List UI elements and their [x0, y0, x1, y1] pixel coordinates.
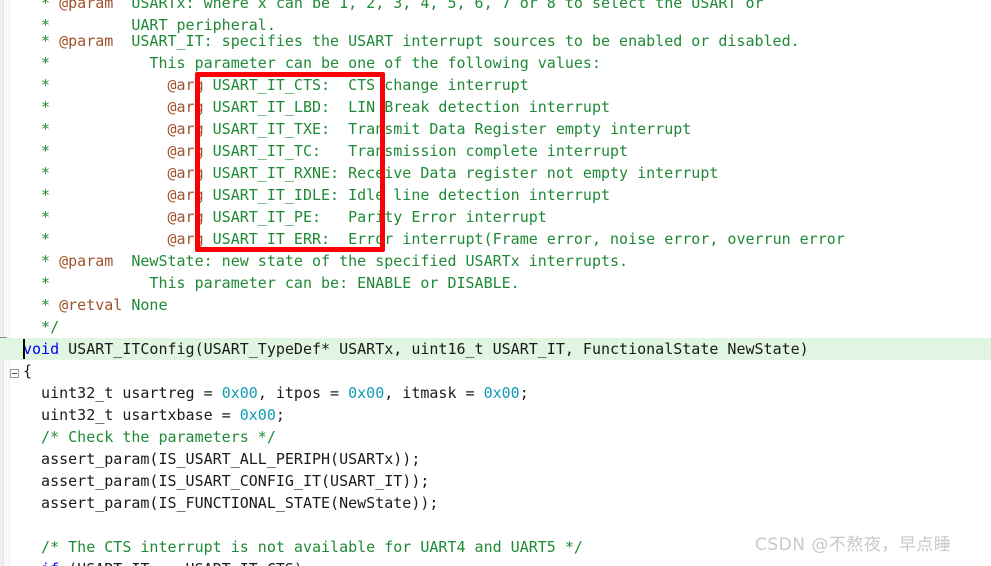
- code-line[interactable]: * @param NewState: new state of the spec…: [23, 250, 628, 272]
- code-token: *: [23, 208, 168, 226]
- code-token: @retval: [59, 296, 123, 314]
- code-token: 0x00: [239, 406, 276, 424]
- fold-collapse-icon[interactable]: [10, 369, 19, 378]
- code-line[interactable]: * @param USARTx: where x can be 1, 2, 3,…: [23, 0, 764, 14]
- code-token: void: [23, 340, 60, 358]
- code-line[interactable]: * @arg USART_IT_ERR: Error interrupt(Fra…: [23, 228, 845, 250]
- code-token: uint32_t usartreg =: [23, 384, 222, 402]
- red-annotation-rectangle: [195, 72, 385, 252]
- code-line[interactable]: assert_param(IS_USART_ALL_PERIPH(USARTx)…: [23, 448, 420, 470]
- text-caret: [23, 339, 25, 359]
- code-token: USART_ITConfig(USART_TypeDef* USARTx,: [59, 340, 412, 358]
- code-token: *: [23, 230, 168, 248]
- code-token: *: [23, 0, 60, 12]
- code-token: * This parameter can be: ENABLE or DISAB…: [23, 274, 520, 292]
- code-editor-view: * @param USARTx: where x can be 1, 2, 3,…: [0, 0, 991, 566]
- code-line[interactable]: /* The CTS interrupt is not available fo…: [23, 536, 583, 558]
- code-token: (USART_IT == USART_IT_CTS): [59, 560, 303, 566]
- code-token: *: [23, 98, 168, 116]
- code-token: * This parameter can be one of the follo…: [23, 54, 601, 72]
- code-token: /* Check the parameters */: [23, 428, 276, 446]
- code-token: 0x00: [483, 384, 520, 402]
- code-line[interactable]: {: [23, 360, 32, 382]
- code-token: *: [23, 296, 60, 314]
- csdn-watermark: CSDN @不熬夜，早点睡: [755, 535, 952, 555]
- code-token: {: [23, 362, 33, 380]
- code-line[interactable]: if (USART_IT == USART_IT_CTS): [23, 558, 303, 566]
- code-line[interactable]: * @param USART_IT: specifies the USART i…: [23, 30, 800, 52]
- code-token: *: [23, 186, 168, 204]
- code-line[interactable]: * @retval None: [23, 294, 168, 316]
- code-token: if: [41, 560, 59, 566]
- code-token: , itpos =: [257, 384, 349, 402]
- code-line[interactable]: assert_param(IS_FUNCTIONAL_STATE(NewStat…: [23, 492, 438, 514]
- code-line[interactable]: * This parameter can be: ENABLE or DISAB…: [23, 272, 520, 294]
- code-token: assert_param(IS_USART_ALL_PERIPH(USARTx)…: [23, 450, 421, 468]
- code-line[interactable]: void USART_ITConfig(USART_TypeDef* USART…: [0, 338, 991, 360]
- code-token: ;: [519, 384, 529, 402]
- code-token: @param: [59, 0, 114, 12]
- code-token: , itmask =: [384, 384, 484, 402]
- code-token: assert_param(IS_USART_CONFIG_IT(USART_IT…: [23, 472, 430, 490]
- code-token: 0x00: [221, 384, 258, 402]
- code-token: assert_param(IS_FUNCTIONAL_STATE(NewStat…: [23, 494, 439, 512]
- code-token: @param: [59, 32, 114, 50]
- code-token: *: [23, 32, 60, 50]
- code-line[interactable]: uint32_t usartreg = 0x00, itpos = 0x00, …: [23, 382, 529, 404]
- code-token: USART_IT, FunctionalState NewState): [483, 340, 809, 358]
- code-line[interactable]: */: [23, 316, 59, 338]
- fold-dash-icon[interactable]: [0, 337, 7, 338]
- code-line[interactable]: uint32_t usartxbase = 0x00;: [23, 404, 285, 426]
- code-token: USART_IT: specifies the USART interrupt …: [113, 32, 800, 50]
- code-line[interactable]: /* Check the parameters */: [23, 426, 276, 448]
- code-token: *: [23, 76, 168, 94]
- code-text-layer[interactable]: * @param USARTx: where x can be 1, 2, 3,…: [0, 0, 991, 566]
- code-token: uint16_t: [411, 340, 484, 358]
- code-token: NewState: new state of the specified USA…: [113, 252, 629, 270]
- code-token: */: [23, 318, 60, 336]
- code-token: *: [23, 252, 60, 270]
- code-token: ;: [275, 406, 285, 424]
- code-token: uint32_t usartxbase =: [23, 406, 240, 424]
- code-token: 0x00: [348, 384, 385, 402]
- code-token: USARTx: where x can be 1, 2, 3, 4, 5, 6,…: [113, 0, 764, 12]
- code-token: *: [23, 142, 168, 160]
- code-token: @param: [59, 252, 114, 270]
- code-token: /* The CTS interrupt is not available fo…: [23, 538, 583, 556]
- code-line[interactable]: assert_param(IS_USART_CONFIG_IT(USART_IT…: [23, 470, 429, 492]
- code-token: *: [23, 164, 168, 182]
- code-token: None: [122, 296, 168, 314]
- code-token: *: [23, 120, 168, 138]
- code-line[interactable]: * This parameter can be one of the follo…: [23, 52, 601, 74]
